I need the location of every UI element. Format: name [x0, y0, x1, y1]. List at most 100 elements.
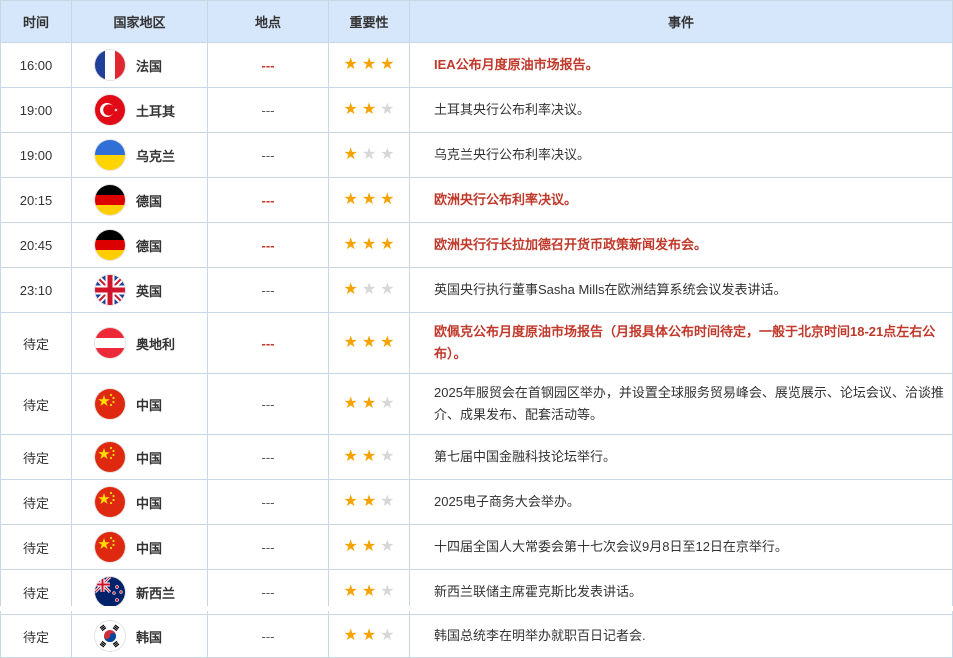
event-cell: IEA公布月度原油市场报告。 [409, 42, 953, 88]
uk-flag-icon [95, 275, 125, 305]
star-filled-icon: ★ [343, 56, 358, 73]
header-country: 国家地区 [71, 0, 208, 43]
event-text: 2025年服贸会在首钢园区举办，并设置全球服务贸易峰会、展览展示、论坛会议、洽谈… [434, 385, 944, 422]
event-location: --- [261, 628, 275, 644]
importance-stars: ★ ★ ★ [341, 281, 396, 298]
time-cell: 待定 [0, 524, 72, 570]
austria-flag-icon [95, 328, 125, 358]
star-empty-icon: ★ [380, 395, 395, 412]
germany-flag-icon [95, 185, 125, 215]
country-cell: 中国 [71, 434, 208, 480]
time-cell: 20:15 [0, 177, 72, 223]
event-text: IEA公布月度原油市场报告。 [434, 57, 599, 72]
star-filled-icon: ★ [343, 101, 358, 118]
location-cell: --- [207, 177, 329, 223]
star-filled-icon: ★ [361, 538, 377, 555]
star-filled-icon: ★ [343, 538, 358, 555]
country-name: 新西兰 [136, 585, 176, 601]
location-cell: --- [207, 373, 329, 435]
event-cell: 韩国总统李在明举办就职百日记者会. [409, 614, 953, 658]
germany-flag-icon [95, 230, 125, 260]
time-cell: 待定 [0, 434, 72, 480]
star-filled-icon: ★ [343, 627, 358, 644]
star-empty-icon: ★ [380, 101, 395, 118]
country-name: 英国 [136, 283, 163, 299]
importance-stars: ★ ★ ★ [341, 538, 396, 555]
time-cell: 待定 [0, 312, 72, 374]
event-text: 第七届中国金融科技论坛举行。 [434, 449, 617, 464]
location-cell: --- [207, 87, 329, 133]
table-row: 待定 中国 --- ★ ★ ★ 2025电子商务大会举办。 [0, 479, 953, 525]
location-cell: --- [207, 524, 329, 570]
header-importance: 重要性 [328, 0, 410, 43]
importance-cell: ★ ★ ★ [328, 524, 410, 570]
country-name: 奥地利 [136, 336, 176, 352]
event-time: 19:00 [19, 147, 53, 163]
event-location: --- [261, 282, 275, 298]
star-empty-icon: ★ [361, 281, 377, 298]
star-empty-icon: ★ [380, 627, 395, 644]
importance-stars: ★ ★ ★ [341, 395, 396, 412]
country-name: 韩国 [136, 629, 163, 645]
event-location: --- [261, 584, 275, 600]
country-name: 中国 [136, 495, 163, 511]
country-name: 德国 [136, 193, 163, 209]
time-cell: 待定 [0, 373, 72, 435]
event-text: 2025电子商务大会举办。 [434, 494, 580, 509]
time-cell: 20:45 [0, 222, 72, 268]
event-text: 乌克兰央行公布利率决议。 [434, 147, 591, 162]
country-cell: 中国 [71, 479, 208, 525]
location-cell: --- [207, 312, 329, 374]
event-text: 欧洲央行行长拉加德召开货币政策新闻发布会。 [434, 237, 708, 252]
event-location: --- [261, 494, 275, 510]
country-cell: 韩国 [71, 614, 208, 658]
star-filled-icon: ★ [343, 448, 358, 465]
event-location: --- [261, 102, 275, 118]
star-filled-icon: ★ [361, 395, 377, 412]
header-time: 时间 [0, 0, 72, 43]
header-row: 时间 国家地区 地点 重要性 事件 [0, 0, 953, 43]
importance-cell: ★ ★ ★ [328, 42, 410, 88]
country-name: 中国 [136, 397, 163, 413]
star-empty-icon: ★ [380, 448, 395, 465]
star-empty-icon: ★ [380, 583, 395, 600]
importance-cell: ★ ★ ★ [328, 373, 410, 435]
importance-stars: ★ ★ ★ [341, 56, 396, 73]
event-cell: 欧洲央行公布利率决议。 [409, 177, 953, 223]
new-zealand-flag-icon [95, 577, 125, 607]
star-empty-icon: ★ [380, 146, 395, 163]
event-location: --- [261, 335, 275, 351]
country-cell: 中国 [71, 373, 208, 435]
china-flag-icon [95, 487, 125, 517]
country-name: 德国 [136, 238, 163, 254]
importance-cell: ★ ★ ★ [328, 479, 410, 525]
importance-stars: ★ ★ ★ [341, 236, 396, 253]
star-filled-icon: ★ [343, 583, 358, 600]
china-flag-icon [95, 532, 125, 562]
china-flag-icon [95, 389, 125, 419]
table-row: 待定 中国 --- ★ ★ ★ 十四届全国人大常委会第十七次会议9月8日至12日在京举行。 [0, 524, 953, 570]
event-time: 待定 [22, 585, 49, 601]
importance-stars: ★ ★ ★ [341, 493, 396, 510]
location-cell: --- [207, 222, 329, 268]
event-cell: 欧洲央行行长拉加德召开货币政策新闻发布会。 [409, 222, 953, 268]
table-row: 待定 奥地利 --- ★ ★ ★ 欧佩克公布月度原油市场报告（月报具体公布时间待定，一般于北… [0, 312, 953, 374]
event-time: 待定 [22, 397, 49, 413]
header-location: 地点 [207, 0, 329, 43]
star-filled-icon: ★ [380, 56, 395, 73]
country-name: 法国 [136, 58, 163, 74]
event-time: 待定 [22, 336, 49, 352]
star-filled-icon: ★ [361, 493, 377, 510]
table-row: 19:00 乌克兰 --- ★ ★ ★ 乌克兰央行公布利率决议。 [0, 132, 953, 178]
star-filled-icon: ★ [343, 236, 358, 253]
event-time: 待定 [22, 540, 49, 556]
importance-cell: ★ ★ ★ [328, 614, 410, 658]
country-cell: 德国 [71, 222, 208, 268]
time-cell: 待定 [0, 614, 72, 658]
star-filled-icon: ★ [343, 191, 358, 208]
location-cell: --- [207, 614, 329, 658]
star-empty-icon: ★ [380, 538, 395, 555]
star-filled-icon: ★ [361, 101, 377, 118]
importance-stars: ★ ★ ★ [341, 627, 396, 644]
event-time: 待定 [22, 629, 49, 645]
